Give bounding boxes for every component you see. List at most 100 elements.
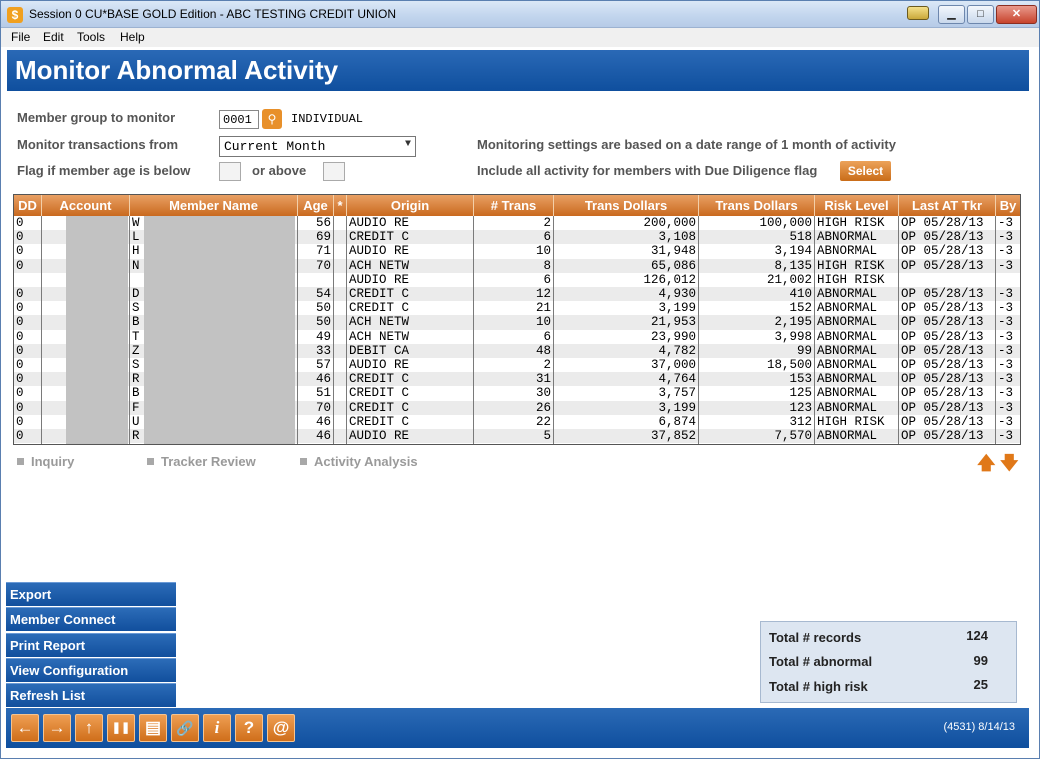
- cell-by: -3: [998, 230, 1014, 245]
- cell-name: L: [132, 230, 140, 245]
- info-icon[interactable]: i: [203, 714, 231, 742]
- cell-by: -3: [998, 400, 1014, 415]
- page-header: Monitor Abnormal Activity: [7, 50, 1029, 91]
- age-above-input[interactable]: [323, 162, 345, 181]
- cell-dd: 0: [16, 329, 24, 344]
- cell-dd: 0: [16, 414, 24, 429]
- export-button[interactable]: Export: [6, 582, 176, 606]
- cell-origin: DEBIT CA: [349, 343, 410, 358]
- bullet-icon: [147, 458, 154, 465]
- cell-risk: ABNORMAL: [817, 244, 878, 259]
- cell-trans: 2: [543, 358, 551, 372]
- maximize-button[interactable]: □: [967, 5, 994, 24]
- col-risk-level[interactable]: Risk Level: [815, 195, 899, 216]
- cell-risk: HIGH RISK: [817, 216, 885, 230]
- cell-dollars2: 410: [789, 287, 812, 301]
- cell-origin: CREDIT C: [349, 230, 410, 245]
- age-below-input[interactable]: [219, 162, 241, 181]
- activity-analysis-link[interactable]: Activity Analysis: [300, 454, 418, 469]
- cell-dollars: 31,948: [650, 244, 696, 259]
- search-icon[interactable]: ⚲: [262, 109, 282, 129]
- cell-trans: 21: [535, 301, 551, 316]
- col-origin[interactable]: Origin: [347, 195, 474, 216]
- menu-file[interactable]: File: [11, 30, 30, 44]
- cell-dollars2: 123: [789, 400, 812, 415]
- cell-dd: 0: [16, 343, 24, 358]
- range-select[interactable]: Current Month ▼: [219, 136, 416, 157]
- cell-origin: AUDIO RE: [349, 216, 410, 230]
- col-trans-dollars[interactable]: Trans Dollars: [554, 195, 699, 216]
- group-label: Member group to monitor: [17, 110, 176, 125]
- col-by[interactable]: By: [996, 195, 1020, 216]
- cell-age: 70: [315, 258, 331, 273]
- cell-risk: ABNORMAL: [817, 343, 878, 358]
- help-icon[interactable]: ?: [235, 714, 263, 742]
- inquiry-link[interactable]: Inquiry: [17, 454, 74, 469]
- col-trans-dollars-2[interactable]: Trans Dollars: [699, 195, 815, 216]
- forward-icon[interactable]: →: [43, 714, 71, 742]
- tracker-review-link[interactable]: Tracker Review: [147, 454, 256, 469]
- cell-risk: ABNORMAL: [817, 230, 878, 245]
- arrow-down-icon[interactable]: 🡇: [1000, 451, 1019, 481]
- print-report-button[interactable]: Print Report: [6, 633, 176, 657]
- print-icon[interactable]: ▤: [139, 714, 167, 742]
- cell-dollars2: 99: [796, 343, 812, 358]
- cell-last: OP 05/28/13: [901, 230, 984, 245]
- member-connect-button[interactable]: Member Connect: [6, 607, 176, 631]
- menu-bar: File Edit Tools Help: [1, 28, 1039, 47]
- cell-dollars2: 152: [789, 301, 812, 316]
- cell-risk: ABNORMAL: [817, 386, 878, 401]
- cell-last: [899, 273, 995, 287]
- cell-dollars: 4,782: [658, 343, 696, 358]
- cell-dd: 0: [16, 386, 24, 401]
- cell-dollars: 65,086: [650, 258, 696, 273]
- close-button[interactable]: ✕: [996, 5, 1037, 24]
- col-trans-count[interactable]: # Trans: [474, 195, 554, 216]
- col-account[interactable]: Account: [42, 195, 130, 216]
- bullet-icon: [300, 458, 307, 465]
- up-icon[interactable]: ↑: [75, 714, 103, 742]
- cell-risk: ABNORMAL: [817, 429, 878, 443]
- group-code-input[interactable]: 0001: [219, 110, 259, 129]
- app-logo-icon: $: [7, 7, 23, 23]
- cell-trans: 10: [535, 315, 551, 330]
- cell-dd: 0: [16, 400, 24, 415]
- email-icon[interactable]: @: [267, 714, 295, 742]
- cell-trans: 5: [543, 429, 551, 443]
- col-last-at-tkr[interactable]: Last AT Tkr: [899, 195, 996, 216]
- back-icon[interactable]: ←: [11, 714, 39, 742]
- cell-dollars2: 2,195: [774, 315, 812, 330]
- from-label: Monitor transactions from: [17, 137, 179, 152]
- col-dd[interactable]: DD: [14, 195, 42, 216]
- refresh-list-button[interactable]: Refresh List: [6, 683, 176, 707]
- arrow-up-icon[interactable]: 🡅: [977, 451, 996, 481]
- cell-dollars: 4,764: [658, 372, 696, 387]
- cell-age: 46: [315, 414, 331, 429]
- col-member-name[interactable]: Member Name: [130, 195, 298, 216]
- cell-by: -3: [998, 343, 1014, 358]
- cell-origin: CREDIT C: [349, 372, 410, 387]
- link-icon[interactable]: 🔗: [171, 714, 199, 742]
- cell-age: [298, 273, 333, 287]
- cell-age: 71: [315, 244, 331, 259]
- menu-help[interactable]: Help: [120, 30, 145, 44]
- cell-origin: CREDIT C: [349, 386, 410, 401]
- cell-dd: 0: [16, 244, 24, 259]
- cell-name: Z: [132, 343, 140, 358]
- col-age[interactable]: Age: [298, 195, 334, 216]
- menu-tools[interactable]: Tools: [77, 30, 105, 44]
- cell-name: D: [132, 287, 140, 301]
- minimize-button[interactable]: ▁: [938, 5, 965, 24]
- pause-icon[interactable]: ❚❚: [107, 714, 135, 742]
- view-configuration-button[interactable]: View Configuration: [6, 658, 176, 682]
- menu-edit[interactable]: Edit: [43, 30, 64, 44]
- cell-age: 33: [315, 343, 331, 358]
- cell-trans: 6: [543, 329, 551, 344]
- cell-dollars2: 7,570: [774, 429, 812, 443]
- cell-dd: 0: [16, 358, 24, 372]
- col-flag[interactable]: *: [334, 195, 347, 216]
- session-key-icon[interactable]: [907, 6, 929, 20]
- cell-dollars2: 3,998: [774, 329, 812, 344]
- select-button[interactable]: Select: [840, 161, 891, 181]
- cell-dollars: 37,852: [650, 429, 696, 443]
